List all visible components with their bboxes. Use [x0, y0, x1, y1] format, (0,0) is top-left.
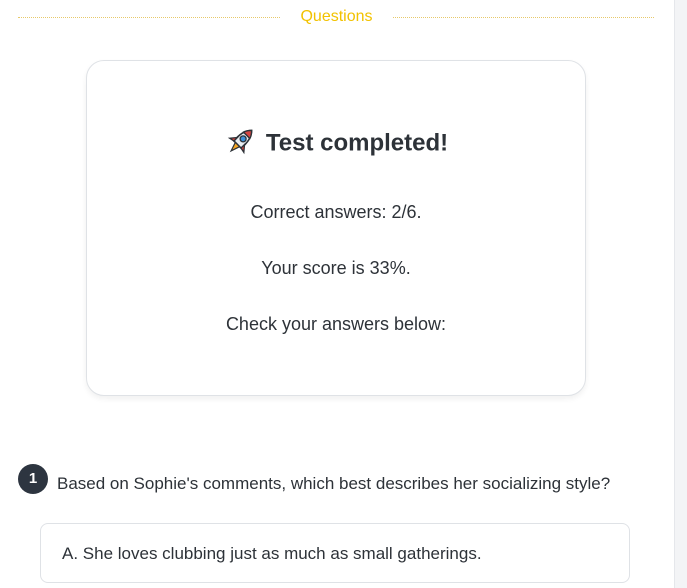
check-answers-text: Check your answers below:: [225, 314, 447, 334]
answer-option[interactable]: A. She loves clubbing just as much as sm…: [40, 523, 630, 583]
divider-line-left: [18, 17, 280, 18]
question-header: 1 Based on Sophie's comments, which best…: [18, 464, 658, 496]
scrollbar-track[interactable]: [674, 0, 687, 588]
result-title: Test completed!: [265, 129, 449, 157]
rocket-icon: [224, 124, 258, 158]
page: Questions Test completed! Correct answer…: [0, 0, 687, 588]
correct-answers-text: Correct answers: 2/6.: [250, 202, 422, 222]
question-number-badge: 1: [18, 464, 48, 494]
section-divider: Questions: [18, 7, 654, 27]
result-title-row: Test completed!: [87, 127, 585, 161]
question-text: Based on Sophie's comments, which best d…: [57, 474, 611, 493]
divider-line-right: [393, 17, 654, 18]
section-label: Questions: [300, 8, 373, 25]
result-card: Test completed! Correct answers: 2/6. Yo…: [86, 60, 586, 396]
score-text: Your score is 33%.: [261, 258, 411, 278]
answer-option-text: A. She loves clubbing just as much as sm…: [62, 544, 482, 563]
